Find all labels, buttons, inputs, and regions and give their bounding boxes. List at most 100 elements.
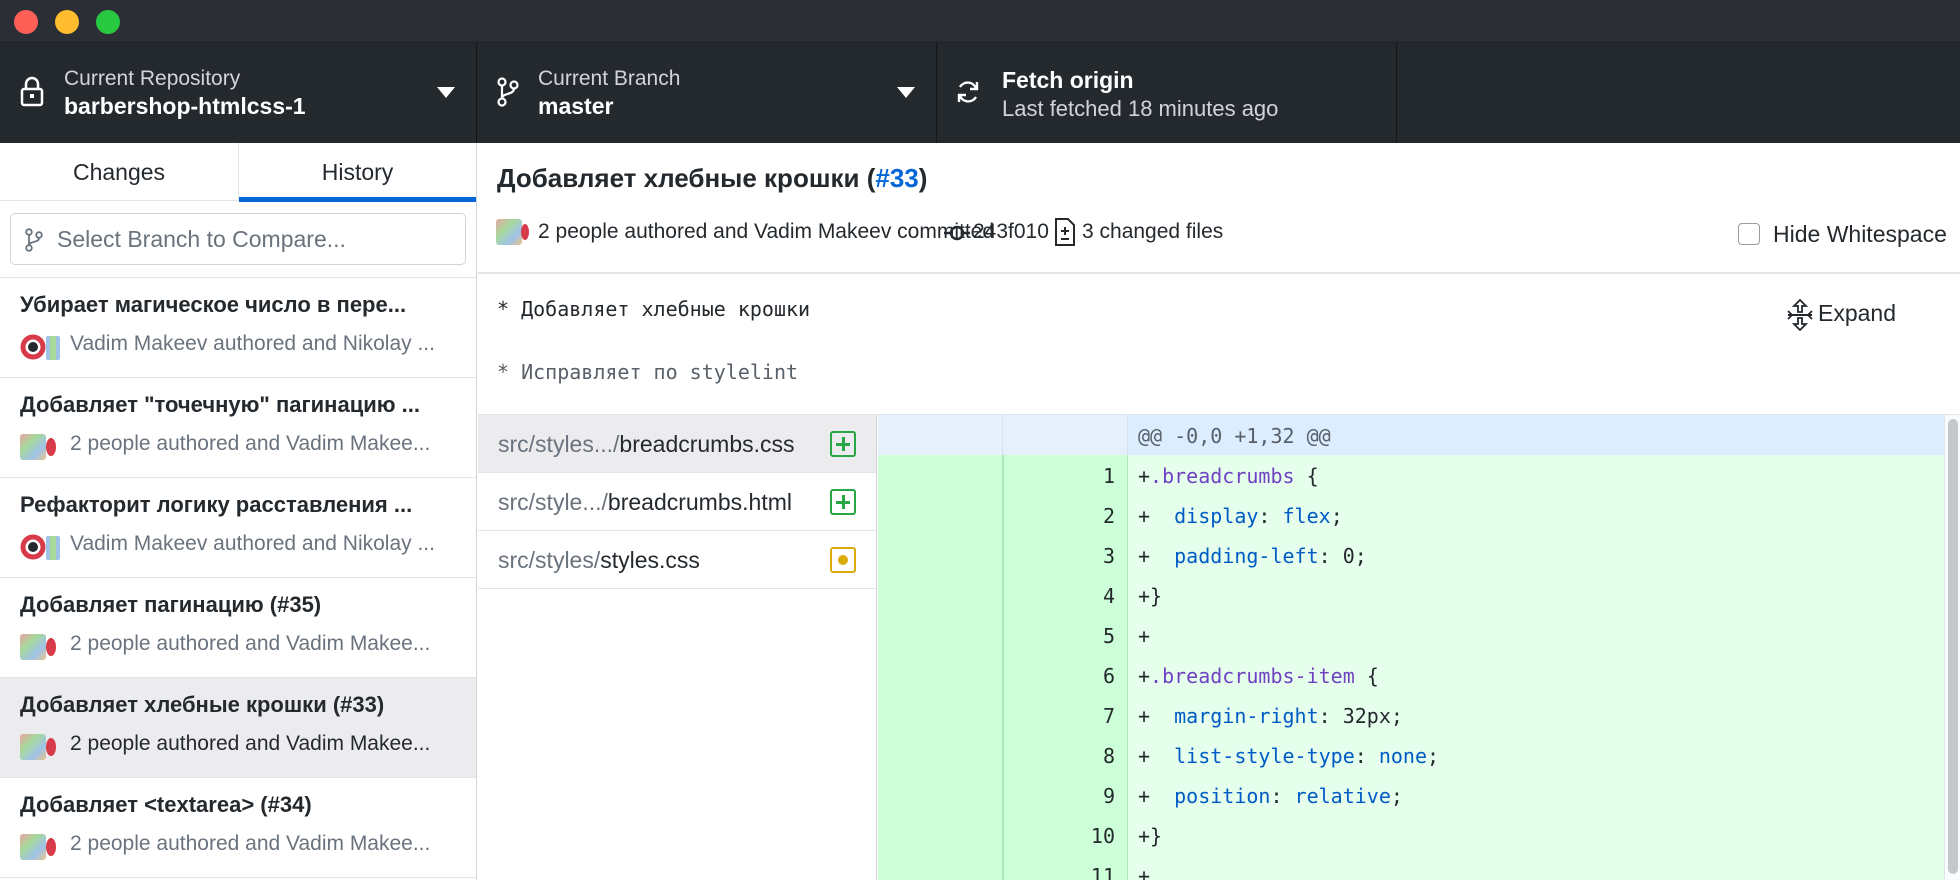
old-line-number	[878, 455, 1003, 495]
new-line-number: 5	[1102, 624, 1115, 648]
old-line-number	[878, 655, 1003, 695]
commit-list-item[interactable]: Добавляет "точечную" пагинацию ... 2 peop…	[0, 378, 476, 478]
diff-line[interactable]: 9 + position: relative;	[878, 775, 1944, 815]
sidebar: Changes History Убирает магическое число…	[0, 143, 477, 880]
diff-line[interactable]: 5 +	[878, 615, 1944, 655]
file-diff-icon	[1055, 218, 1075, 246]
old-line-number	[878, 535, 1003, 575]
fetch-origin-button[interactable]: Fetch origin Last fetched 18 minutes ago	[937, 43, 1397, 143]
branch-icon	[497, 77, 519, 107]
commit-list-item-title: Добавляет <textarea> (#34)	[20, 792, 312, 817]
old-line-number	[878, 815, 1003, 855]
current-branch-label: Current Branch	[538, 67, 681, 90]
file-name: breadcrumbs.css	[619, 431, 795, 457]
tab-history-label: History	[321, 159, 394, 185]
expand-button[interactable]: Expand	[1778, 295, 1908, 335]
diff-line-code: +	[1138, 624, 1151, 648]
commit-list-item[interactable]: Добавляет <textarea> (#34) 2 people autho…	[0, 778, 476, 878]
sidebar-tabs: Changes History	[0, 143, 476, 202]
fetch-origin-label: Fetch origin	[1002, 67, 1134, 93]
maximize-window-button[interactable]	[96, 10, 120, 34]
commit-list-item-title: Убирает магическое число в пере...	[20, 292, 407, 317]
expand-arrows-icon	[1787, 299, 1813, 331]
diff-line-code: + display: flex;	[1138, 504, 1343, 528]
diff-line[interactable]: 11 +	[878, 855, 1944, 880]
branch-compare-input[interactable]	[55, 222, 455, 256]
changed-file-item[interactable]: src/styles.../breadcrumbs.css	[478, 415, 876, 473]
commit-list-item[interactable]: Рефакторит логику расставления ... Vadim …	[0, 478, 476, 578]
commit-list-item-meta: 2 people authored and Vadim Makee...	[70, 632, 431, 655]
file-name: breadcrumbs.html	[607, 489, 792, 515]
current-repository-button[interactable]: Current Repository barbershop-htmlcss-1	[0, 43, 477, 143]
commit-message-line: * Добавляет хлебные крошки	[497, 297, 811, 321]
commit-list-item-meta: 2 people authored and Vadim Makee...	[70, 732, 431, 755]
file-dir: src/styles.../	[498, 431, 620, 457]
commit-list-item[interactable]: Убирает магическое число в пере... Vadim …	[0, 278, 476, 378]
changed-files-count: 3 changed files	[1082, 220, 1224, 243]
new-line-number: 4	[1102, 584, 1115, 608]
branch-compare-field[interactable]	[10, 213, 466, 265]
new-line-number: 3	[1102, 544, 1115, 568]
file-modified-icon	[830, 547, 856, 573]
commit-list-item-meta: Vadim Makeev authored and Nikolay ...	[70, 332, 435, 355]
commit-list-item[interactable]: Добавляет хлебные крошки (#33) 2 people a…	[0, 678, 476, 778]
scrollbar-thumb[interactable]	[1948, 419, 1958, 874]
old-line-number	[878, 775, 1003, 815]
commit-list-item-meta: 2 people authored and Vadim Makee...	[70, 432, 431, 455]
window-titlebar	[0, 0, 1960, 43]
diff-view: 1 +.breadcrumbs {2 + display: flex; 3 + padd…	[878, 415, 1960, 880]
pull-request-link[interactable]: #33	[875, 163, 918, 193]
tab-changes[interactable]: Changes	[0, 143, 239, 201]
old-line-number	[878, 695, 1003, 735]
diff-line[interactable]: 4 +}	[878, 575, 1944, 615]
old-line-number	[878, 615, 1003, 655]
commit-list-item-meta: Vadim Makeev authored and Nikolay ...	[70, 532, 435, 555]
changed-files-list: src/styles.../breadcrumbs.css src/style..…	[478, 415, 877, 880]
diff-hunk-header[interactable]: @@ -0,0 +1,32 @@	[878, 415, 1944, 455]
new-line-number: 6	[1102, 664, 1115, 688]
old-line-number	[878, 495, 1003, 535]
current-branch-button[interactable]: Current Branch master	[477, 43, 937, 143]
diff-line[interactable]: 3 + padding-left: 0;	[878, 535, 1944, 575]
branch-icon	[25, 228, 43, 252]
commit-message: * Добавляет хлебные крошки * Исправляет …	[478, 275, 1960, 415]
commit-message-line: * Исправляет по stylelint	[497, 360, 799, 384]
diff-line[interactable]: 8 + list-style-type: none;	[878, 735, 1944, 775]
diff-line-code: +.breadcrumbs-item {	[1138, 664, 1379, 688]
changed-file-item[interactable]: src/style.../breadcrumbs.html	[478, 473, 876, 531]
hide-whitespace-checkbox[interactable]	[1738, 223, 1760, 245]
chevron-down-icon	[897, 87, 915, 98]
diff-line[interactable]: 7 + margin-right: 32px;	[878, 695, 1944, 735]
commit-list-item[interactable]: Добавляет пагинацию (#35) 2 people author…	[0, 578, 476, 678]
file-path: src/style.../breadcrumbs.html	[498, 489, 792, 516]
commit-list-item-title: Добавляет "точечную" пагинацию ...	[20, 392, 420, 417]
minimize-window-button[interactable]	[55, 10, 79, 34]
last-fetched-text: Last fetched 18 minutes ago	[1002, 96, 1279, 121]
diff-scrollbar[interactable]	[1944, 415, 1960, 880]
author-avatar-icon	[20, 534, 60, 560]
commit-summary-header: Добавляет хлебные крошки (#33) 2 people …	[478, 143, 1960, 274]
diff-line-code: + position: relative;	[1138, 784, 1403, 808]
diff-line-code: +}	[1138, 584, 1163, 608]
diff-line-code: + padding-left: 0;	[1138, 544, 1367, 568]
commit-list-item-title: Добавляет пагинацию (#35)	[20, 592, 322, 617]
commit-icon	[944, 225, 970, 241]
lock-icon	[20, 76, 44, 107]
diff-line[interactable]: 1 +.breadcrumbs {	[878, 455, 1944, 495]
multiple-authors-avatar-icon	[20, 834, 56, 860]
commit-sha[interactable]: 243f010	[973, 220, 1049, 244]
current-repository-label: Current Repository	[64, 67, 241, 90]
diff-line[interactable]: 10 +}	[878, 815, 1944, 855]
commit-list-item-title: Рефакторит логику расставления ...	[20, 492, 413, 517]
close-window-button[interactable]	[14, 10, 38, 34]
commit-list-item-title: Добавляет хлебные крошки (#33)	[20, 692, 385, 717]
diff-line[interactable]: 6 +.breadcrumbs-item {	[878, 655, 1944, 695]
diff-line[interactable]: 2 + display: flex;	[878, 495, 1944, 535]
file-dir: src/styles/	[498, 547, 601, 573]
expand-label: Expand	[1818, 300, 1897, 326]
tab-history[interactable]: History	[239, 143, 476, 202]
hide-whitespace-toggle[interactable]: Hide Whitespace	[1738, 221, 1950, 251]
changed-file-item[interactable]: src/styles/styles.css	[478, 531, 876, 589]
chevron-down-icon	[437, 87, 455, 98]
diff-line-code: +}	[1138, 824, 1163, 848]
